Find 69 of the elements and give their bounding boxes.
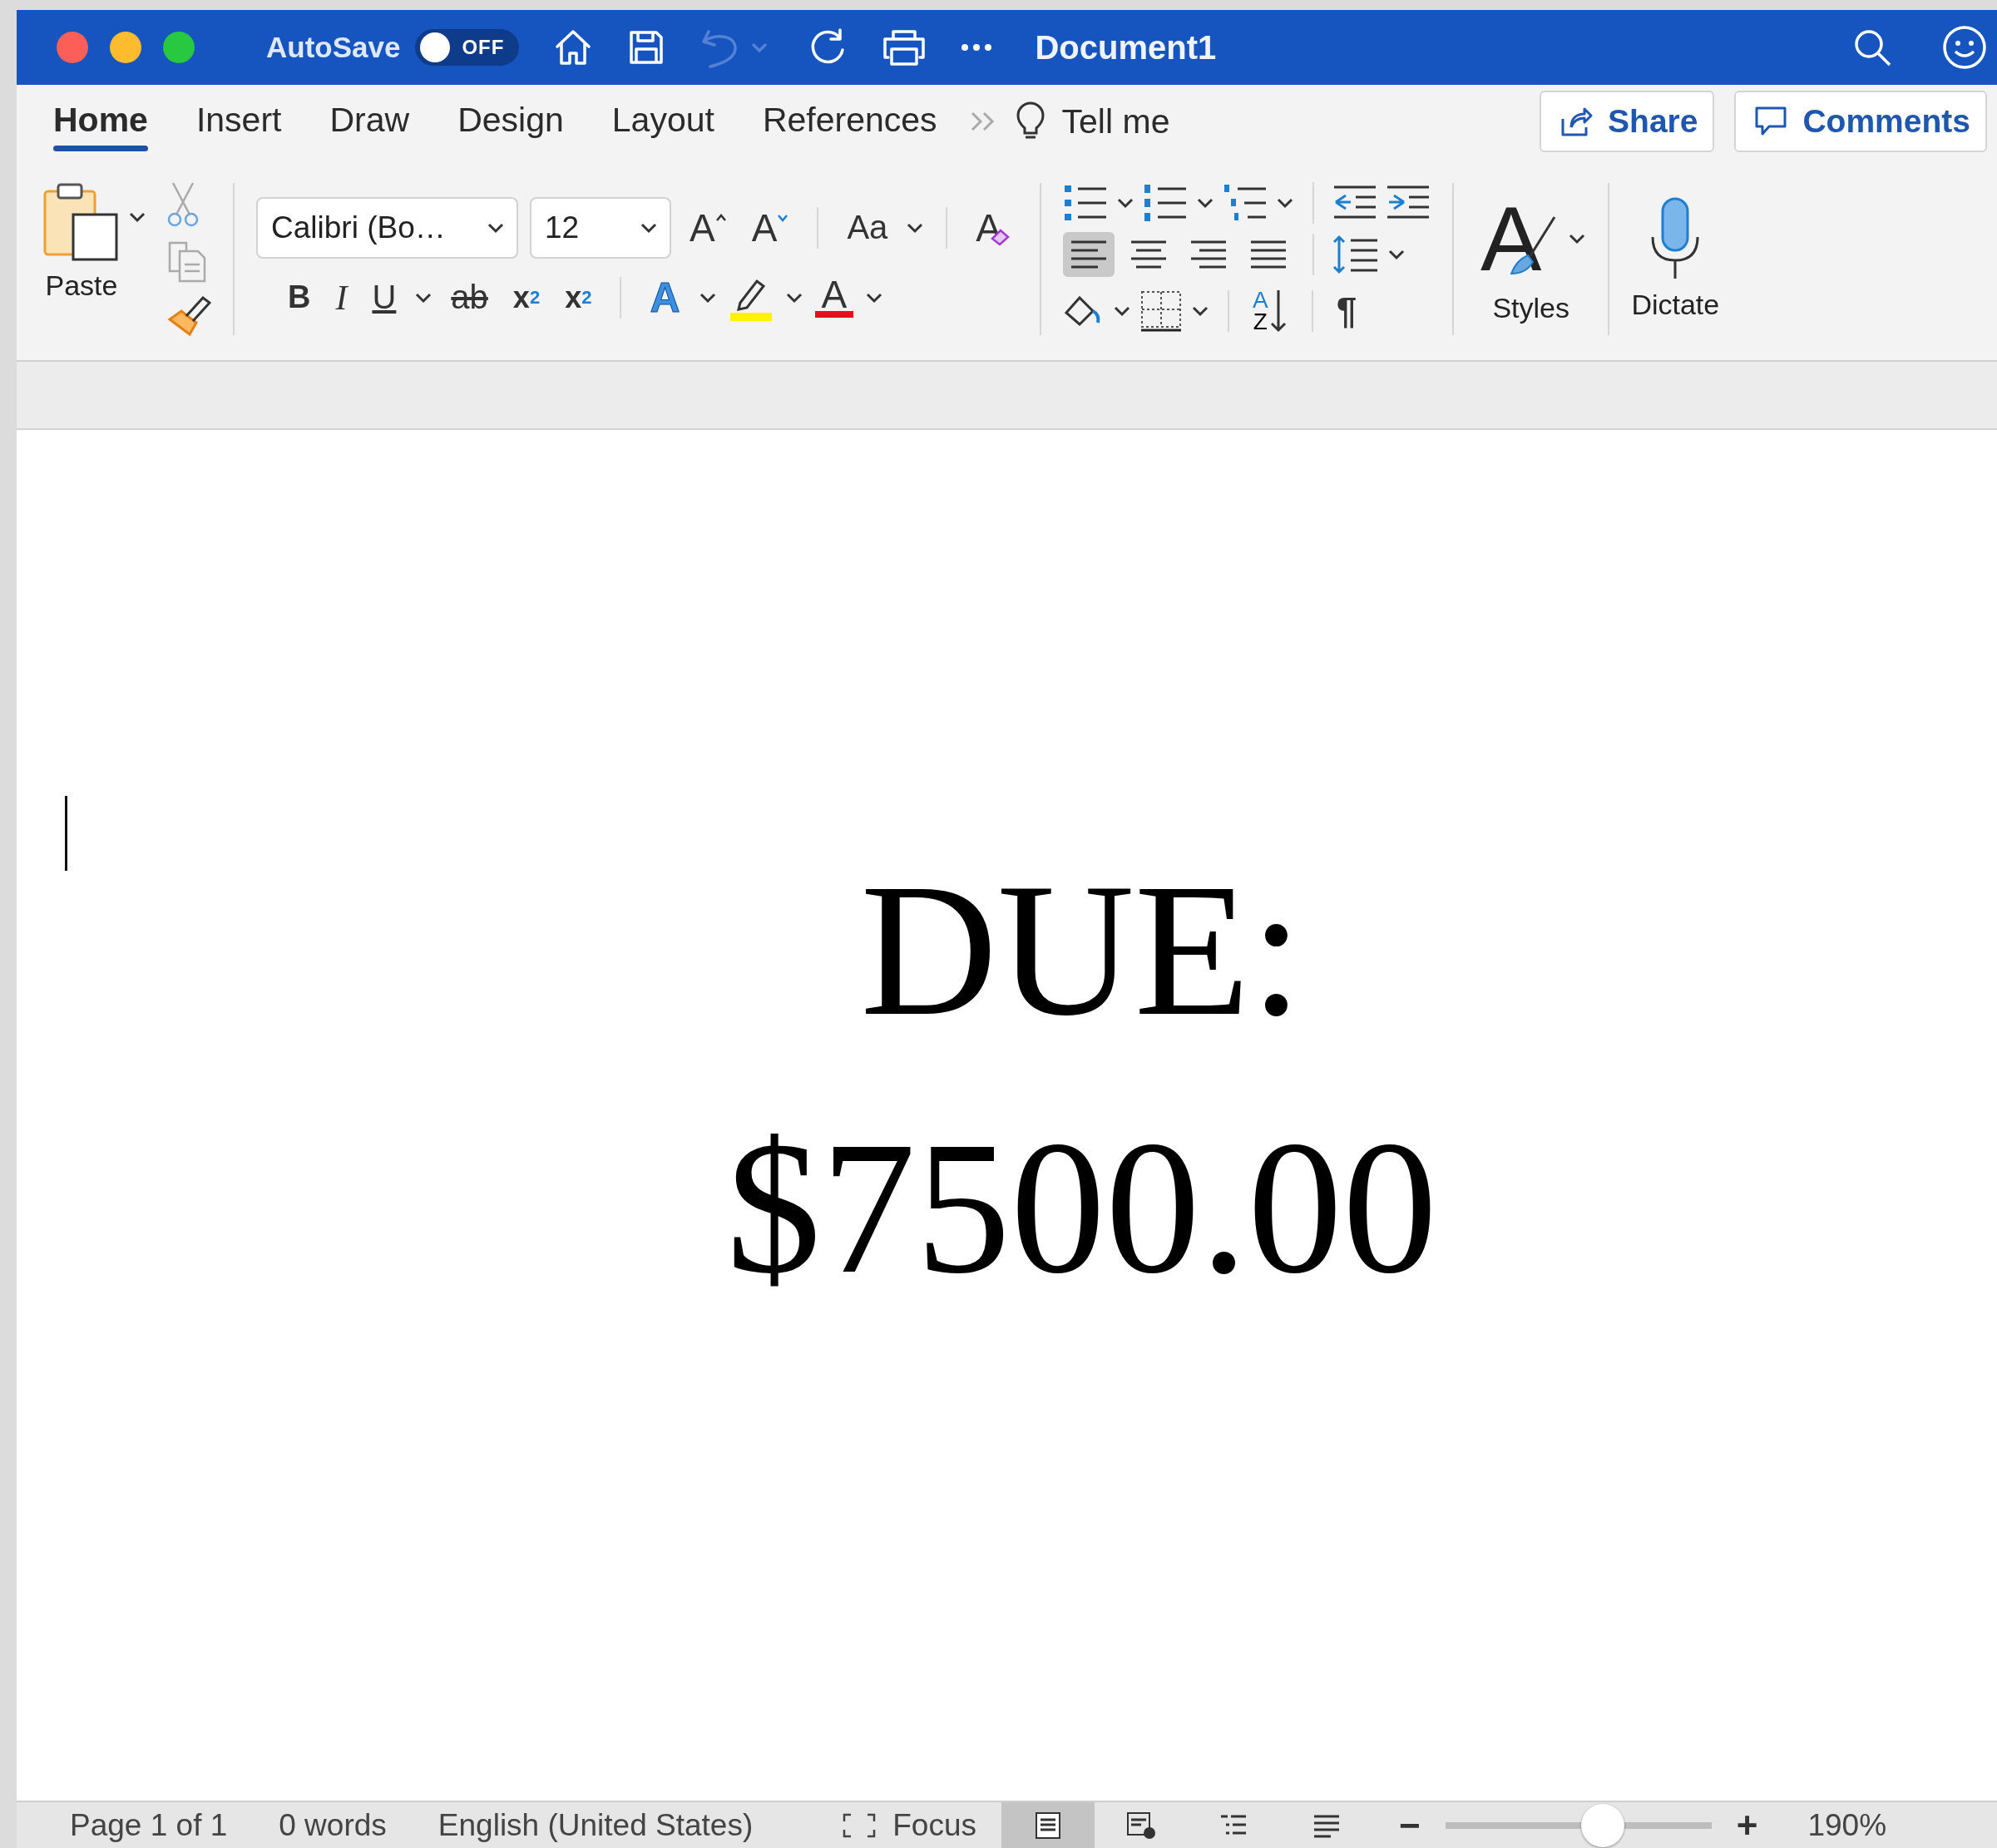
word-count[interactable]: 0 words xyxy=(279,1807,387,1843)
minimize-button[interactable] xyxy=(110,32,141,63)
chevron-icon[interactable] xyxy=(414,291,433,304)
chevron-icon[interactable] xyxy=(784,291,803,304)
print-view-button[interactable] xyxy=(1001,1802,1095,1848)
strikethrough-button[interactable]: ab xyxy=(444,279,495,316)
styles-label: Styles xyxy=(1492,292,1569,324)
change-case-button[interactable]: Aa xyxy=(840,209,895,246)
chevron-icon[interactable] xyxy=(906,221,925,234)
share-button[interactable]: Share xyxy=(1540,91,1715,152)
grow-font-button[interactable]: A xyxy=(683,205,734,250)
language[interactable]: English (United States) xyxy=(437,1807,754,1843)
dictate-label: Dictate xyxy=(1631,289,1720,321)
font-color-button[interactable]: A xyxy=(814,277,854,318)
font-name-dropdown[interactable]: Calibri (Bo… xyxy=(256,196,518,259)
superscript-button[interactable]: x$^{2}$ xyxy=(558,279,599,315)
align-left-button[interactable] xyxy=(1063,231,1115,277)
window-title: Document1 xyxy=(1035,28,1217,67)
caret-up-icon xyxy=(714,213,727,222)
paste-label[interactable]: Paste xyxy=(45,269,118,302)
format-painter-icon[interactable] xyxy=(166,294,211,338)
focus-icon xyxy=(843,1812,877,1838)
more-icon[interactable] xyxy=(960,42,994,52)
show-formatting-button[interactable]: ¶ xyxy=(1331,286,1362,335)
chevron-icon[interactable] xyxy=(1568,233,1587,245)
shrink-font-button[interactable]: A xyxy=(744,205,796,250)
document-text: $7500.00 xyxy=(726,1102,1437,1314)
chevron-icon[interactable] xyxy=(640,221,658,234)
zoom-button[interactable] xyxy=(163,32,195,63)
chevron-icon[interactable] xyxy=(128,210,146,223)
styles-button[interactable]: A xyxy=(1476,194,1564,284)
chevron-icon[interactable] xyxy=(1276,196,1294,209)
printer-icon[interactable] xyxy=(882,27,927,67)
chevron-icon[interactable] xyxy=(1113,304,1131,317)
chevron-icon[interactable] xyxy=(1191,304,1209,317)
ribbon-tab[interactable]: Draw xyxy=(313,91,427,151)
caret-down-icon xyxy=(777,213,789,222)
font-size-dropdown[interactable]: 12 xyxy=(530,196,671,259)
ribbon-tab[interactable]: Design xyxy=(441,91,581,151)
ribbon-tab[interactable]: Insert xyxy=(179,91,299,151)
document-text: DUE: xyxy=(860,844,1303,1056)
chevron-icon[interactable] xyxy=(487,221,505,234)
ribbon-tab[interactable]: Layout xyxy=(595,91,731,151)
borders-icon[interactable] xyxy=(1139,289,1183,333)
italic-button[interactable]: I xyxy=(329,277,354,318)
tell-me-field[interactable]: Tell me xyxy=(1061,101,1170,141)
line-spacing-icon[interactable] xyxy=(1332,233,1379,275)
ribbon-tab[interactable]: Home xyxy=(37,91,165,151)
page-count[interactable]: Page 1 of 1 xyxy=(70,1807,228,1843)
chevron-icon[interactable] xyxy=(1387,248,1406,260)
autosave-toggle[interactable]: OFF xyxy=(415,29,520,66)
chevron-icon[interactable] xyxy=(865,291,884,304)
zoom-in-button[interactable]: + xyxy=(1731,1803,1763,1847)
chevron-icon[interactable] xyxy=(1196,196,1214,209)
zoom-out-button[interactable]: − xyxy=(1394,1803,1426,1847)
smiley-icon[interactable] xyxy=(1942,25,1987,70)
zoom-percentage[interactable]: 190% xyxy=(1807,1807,1887,1843)
underline-button[interactable]: U xyxy=(365,279,403,316)
autosave-label: AutoSave xyxy=(266,31,401,64)
bold-button[interactable]: B xyxy=(281,279,318,315)
chevron-icon[interactable] xyxy=(698,291,717,304)
ribbon-tab[interactable]: References xyxy=(745,91,954,151)
chevron-icon[interactable] xyxy=(1116,196,1134,209)
share-icon xyxy=(1560,106,1594,137)
sort-button[interactable]: A Z xyxy=(1248,284,1293,337)
focus-button[interactable]: Focus xyxy=(838,1806,981,1844)
lightbulb-icon[interactable] xyxy=(1015,101,1045,141)
search-icon[interactable] xyxy=(1852,27,1892,67)
comments-button[interactable]: Comments xyxy=(1734,91,1987,152)
